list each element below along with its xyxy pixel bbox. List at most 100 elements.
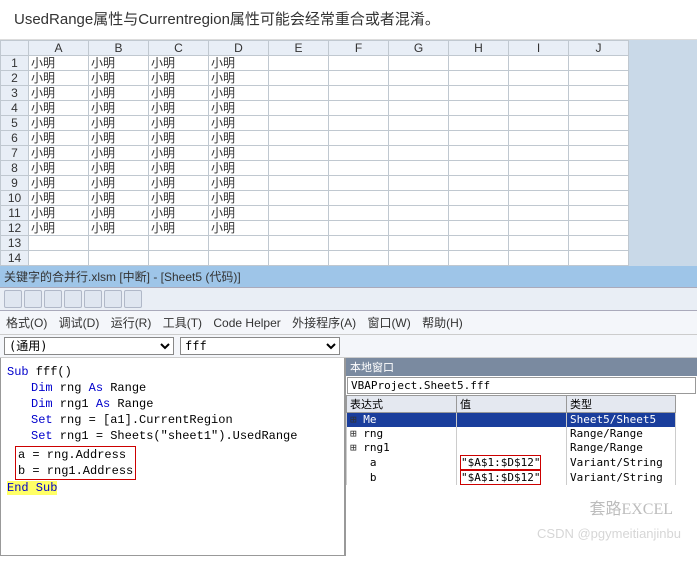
cell[interactable]: 小明 [89,71,149,86]
cell[interactable]: 小明 [29,71,89,86]
cell[interactable] [569,236,629,251]
cell[interactable]: 小明 [209,206,269,221]
menu-format[interactable]: 格式(O) [6,316,47,330]
menu-run[interactable]: 运行(R) [111,316,152,330]
cell[interactable] [569,146,629,161]
cell[interactable] [329,176,389,191]
cell[interactable]: 小明 [209,101,269,116]
cell[interactable] [389,161,449,176]
cell[interactable]: 小明 [149,191,209,206]
cell[interactable] [509,176,569,191]
toolbar-icon[interactable] [64,290,82,308]
row-header[interactable]: 10 [1,191,29,206]
locals-row[interactable]: ⊞ MeSheet5/Sheet5 [347,413,676,427]
cell[interactable]: 小明 [89,176,149,191]
locals-row[interactable]: b"$A$1:$D$12"Variant/String [347,470,676,485]
cell[interactable] [569,221,629,236]
cell[interactable] [329,251,389,266]
cell[interactable] [509,206,569,221]
cell[interactable]: 小明 [29,161,89,176]
procedure-dropdown[interactable]: fff [180,337,340,355]
locals-row[interactable]: ⊞ rng1Range/Range [347,441,676,455]
cell[interactable] [389,101,449,116]
cell[interactable]: 小明 [149,161,209,176]
cell[interactable]: 小明 [29,221,89,236]
cell[interactable] [569,86,629,101]
cell[interactable] [509,71,569,86]
cell[interactable]: 小明 [149,86,209,101]
cell[interactable]: 小明 [149,56,209,71]
cell[interactable] [449,191,509,206]
code-editor[interactable]: Sub fff() Dim rng As Range Dim rng1 As R… [0,358,345,556]
cell[interactable] [569,116,629,131]
row-header[interactable]: 5 [1,116,29,131]
column-header[interactable]: A [29,41,89,56]
cell[interactable]: 小明 [29,191,89,206]
cell[interactable] [269,116,329,131]
cell[interactable] [569,131,629,146]
locals-col-type[interactable]: 类型 [567,396,676,413]
cell[interactable] [329,86,389,101]
cell[interactable] [449,131,509,146]
cell[interactable] [329,146,389,161]
cell[interactable] [389,56,449,71]
cell[interactable]: 小明 [149,101,209,116]
cell[interactable]: 小明 [149,206,209,221]
cell[interactable] [449,71,509,86]
cell[interactable] [449,116,509,131]
cell[interactable] [269,221,329,236]
cell[interactable]: 小明 [29,101,89,116]
row-header[interactable]: 3 [1,86,29,101]
cell[interactable] [569,56,629,71]
cell[interactable]: 小明 [149,116,209,131]
cell[interactable] [269,146,329,161]
cell[interactable]: 小明 [149,71,209,86]
cell[interactable] [449,86,509,101]
cell[interactable]: 小明 [149,131,209,146]
cell[interactable] [389,206,449,221]
cell[interactable] [509,56,569,71]
column-header[interactable]: G [389,41,449,56]
cell[interactable] [389,191,449,206]
column-header[interactable]: C [149,41,209,56]
cell[interactable]: 小明 [149,146,209,161]
column-header[interactable]: I [509,41,569,56]
row-header[interactable]: 1 [1,56,29,71]
row-header[interactable]: 13 [1,236,29,251]
cell[interactable]: 小明 [89,146,149,161]
column-header[interactable]: J [569,41,629,56]
column-header[interactable]: F [329,41,389,56]
cell[interactable] [209,236,269,251]
cell[interactable] [269,176,329,191]
cell[interactable] [389,251,449,266]
cell[interactable]: 小明 [209,191,269,206]
column-header[interactable]: H [449,41,509,56]
cell[interactable] [449,206,509,221]
cell[interactable] [449,176,509,191]
cell[interactable] [569,101,629,116]
cell[interactable] [269,86,329,101]
cell[interactable]: 小明 [209,131,269,146]
menu-window[interactable]: 窗口(W) [367,316,410,330]
cell[interactable] [449,236,509,251]
row-header[interactable]: 12 [1,221,29,236]
cell[interactable] [269,191,329,206]
cell[interactable]: 小明 [209,161,269,176]
cell[interactable] [209,251,269,266]
cell[interactable]: 小明 [89,101,149,116]
cell[interactable]: 小明 [29,86,89,101]
cell[interactable] [269,251,329,266]
cell[interactable] [389,236,449,251]
row-header[interactable]: 2 [1,71,29,86]
cell[interactable] [329,116,389,131]
cell[interactable]: 小明 [209,221,269,236]
cell[interactable]: 小明 [209,176,269,191]
toolbar-icon[interactable] [44,290,62,308]
row-header[interactable]: 8 [1,161,29,176]
cell[interactable] [449,221,509,236]
cell[interactable] [89,251,149,266]
cell[interactable] [149,236,209,251]
cell[interactable] [569,206,629,221]
cell[interactable] [509,116,569,131]
cell[interactable]: 小明 [89,191,149,206]
